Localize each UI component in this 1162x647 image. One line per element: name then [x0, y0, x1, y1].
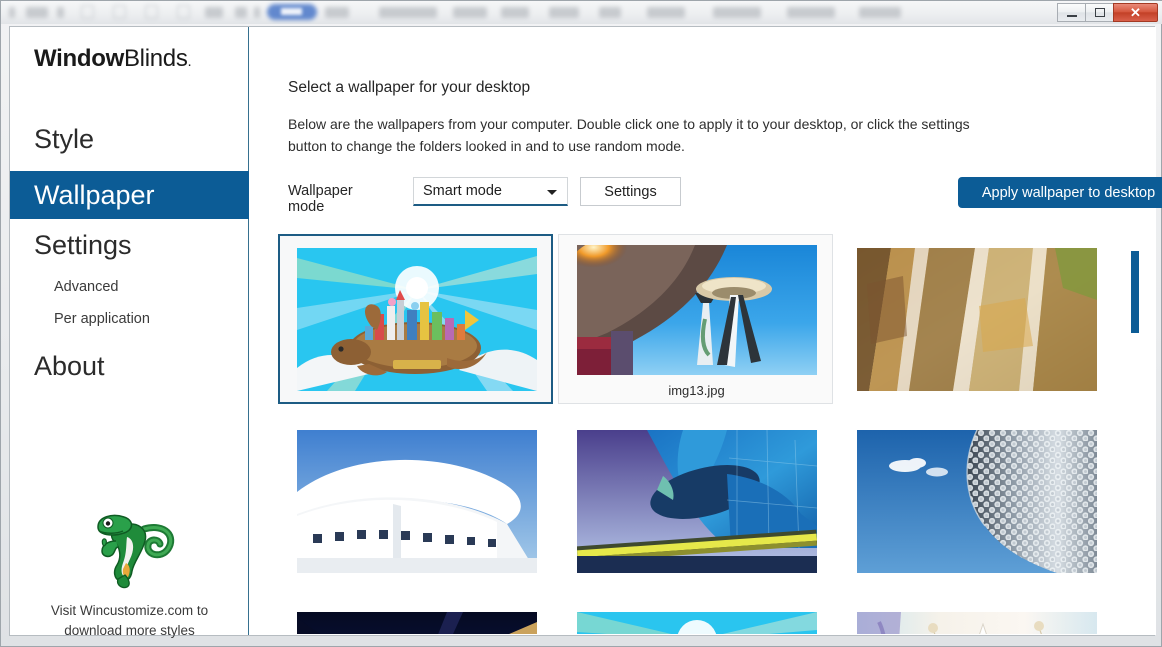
apply-wallpaper-button[interactable]: Apply wallpaper to desktop [958, 177, 1162, 208]
ribbon-active-tab-label [281, 8, 302, 15]
wallpaper-mode-value: Smart mode [423, 183, 502, 199]
wallpaper-item-frame[interactable] [278, 598, 553, 634]
promo-caption-line1: Visit Wincustomize.com to [50, 603, 209, 618]
wallpaper-item[interactable] [558, 416, 833, 586]
ribbon-blur-icon [81, 5, 94, 19]
ribbon-blur-item [501, 7, 529, 18]
wallpaper-item-caption: img13.jpg [668, 383, 725, 398]
ribbon-blur-item [9, 7, 15, 18]
sidebar: WindowBlinds. Style Wallpaper Settings A… [10, 27, 249, 638]
sidebar-item-label: Settings [34, 229, 132, 260]
wallpaper-item-frame[interactable] [278, 416, 553, 586]
ribbon-blur-item [599, 7, 621, 18]
wallpaper-item[interactable] [558, 598, 833, 634]
turtle-island-2-wallpaper [577, 612, 817, 634]
brand-window: Window [34, 45, 124, 72]
ribbon-blur-item [325, 7, 349, 18]
ribbon-blur-item [235, 7, 247, 18]
blue-emp-wallpaper [577, 430, 817, 573]
ribbon-blur-item [787, 7, 835, 18]
ribbon-blur-item [713, 7, 761, 18]
promo-caption: Visit Wincustomize.com to download more … [10, 601, 249, 641]
wallpaper-item[interactable] [838, 598, 1113, 634]
turtle-island-wallpaper [297, 248, 537, 391]
wallpaper-item-frame[interactable] [838, 234, 1113, 404]
minimize-icon [1066, 14, 1077, 17]
wallpaper-item-frame[interactable]: img13.jpg [558, 234, 833, 404]
maximize-button[interactable] [1085, 3, 1114, 22]
ribbon-blur-item [647, 7, 685, 18]
wallpaper-item[interactable] [278, 598, 553, 634]
wallpaper-item-frame[interactable] [558, 416, 833, 586]
title-bar: ✕ [1, 1, 1162, 24]
chevron-down-icon [547, 190, 557, 195]
application-window: ✕ WindowBlinds. Style Wallpaper Settings… [0, 0, 1162, 647]
sidebar-item-advanced[interactable]: Advanced [10, 272, 249, 302]
sidebar-item-wallpaper[interactable]: Wallpaper [10, 171, 249, 219]
golden-abstract-wallpaper [857, 248, 1097, 391]
app-logo: WindowBlinds. [34, 45, 192, 73]
wallpaper-item-frame[interactable] [558, 598, 833, 634]
minimize-button[interactable] [1057, 3, 1086, 22]
sidebar-item-settings[interactable]: Settings [10, 221, 249, 269]
page-description: Below are the wallpapers from your compu… [288, 116, 970, 154]
ribbon-blur-item [859, 7, 901, 18]
window-controls: ✕ [1057, 3, 1158, 22]
sidebar-item-label: Wallpaper [34, 179, 155, 210]
wallpaper-mode-dropdown[interactable]: Smart mode [413, 177, 568, 206]
sidebar-item-about[interactable]: About [10, 342, 249, 390]
ribbon-blur-icon [177, 5, 190, 19]
ribbon-blur-item [26, 7, 48, 18]
wallpaper-scrollbar[interactable] [1131, 234, 1139, 634]
ribbon-blur-item [379, 7, 437, 18]
maximize-icon [1094, 8, 1105, 17]
ribbon-blur-item [254, 7, 260, 18]
close-icon: ✕ [1130, 4, 1141, 20]
settings-button[interactable]: Settings [580, 177, 681, 206]
apply-button-label: Apply wallpaper to desktop [981, 184, 1156, 201]
wallpaper-item-frame[interactable] [838, 416, 1113, 586]
gecko-mascot-icon [96, 514, 174, 589]
ribbon-blur-item [549, 7, 579, 18]
ribbon-blur-item [453, 7, 487, 18]
pale-fantasy-wallpaper [857, 612, 1097, 634]
scrollbar-thumb[interactable] [1131, 251, 1139, 333]
wallpaper-item[interactable]: img13.jpg [558, 234, 833, 404]
sidebar-item-label: Per application [54, 311, 150, 327]
settings-button-label: Settings [604, 183, 657, 200]
page-title: Select a wallpaper for your desktop [288, 79, 531, 96]
wallpaper-item[interactable] [838, 416, 1113, 586]
ribbon-blur-icon [145, 5, 158, 19]
wallpaper-item[interactable] [278, 416, 553, 586]
main-content: Select a wallpaper for your desktop Belo… [250, 27, 1162, 635]
sidebar-item-style[interactable]: Style [10, 115, 249, 163]
ribbon-blur-icon [113, 5, 126, 19]
wallpaper-item[interactable] [278, 234, 553, 404]
wallpaper-mode-label: Wallpaper mode [288, 183, 353, 215]
brand-blinds: Blinds [123, 45, 188, 72]
sidebar-item-per-application[interactable]: Per application [10, 304, 249, 334]
wallpaper-grid[interactable]: img13.jpg [278, 234, 1118, 634]
wallpaper-item-frame[interactable] [278, 234, 553, 404]
wallpaper-item-frame[interactable] [838, 598, 1113, 634]
ribbon-blur-item [57, 7, 64, 18]
emp-space-needle-wallpaper [577, 245, 817, 375]
sidebar-item-label: About [34, 350, 105, 381]
close-button[interactable]: ✕ [1113, 3, 1158, 22]
promo-caption-line2: download more styles [64, 623, 195, 638]
app-client-area: WindowBlinds. Style Wallpaper Settings A… [9, 26, 1162, 638]
promo-block[interactable]: Visit Wincustomize.com to download more … [10, 507, 249, 641]
brand-dot: . [187, 53, 192, 70]
wallpaper-item[interactable] [838, 234, 1113, 404]
dark-blue-beams-wallpaper [297, 612, 537, 634]
selfridges-discs-wallpaper [857, 430, 1097, 573]
white-curve-wallpaper [297, 430, 537, 573]
sidebar-item-label: Style [34, 123, 95, 154]
sidebar-item-label: Advanced [54, 279, 119, 295]
ribbon-blur-item [205, 7, 223, 18]
